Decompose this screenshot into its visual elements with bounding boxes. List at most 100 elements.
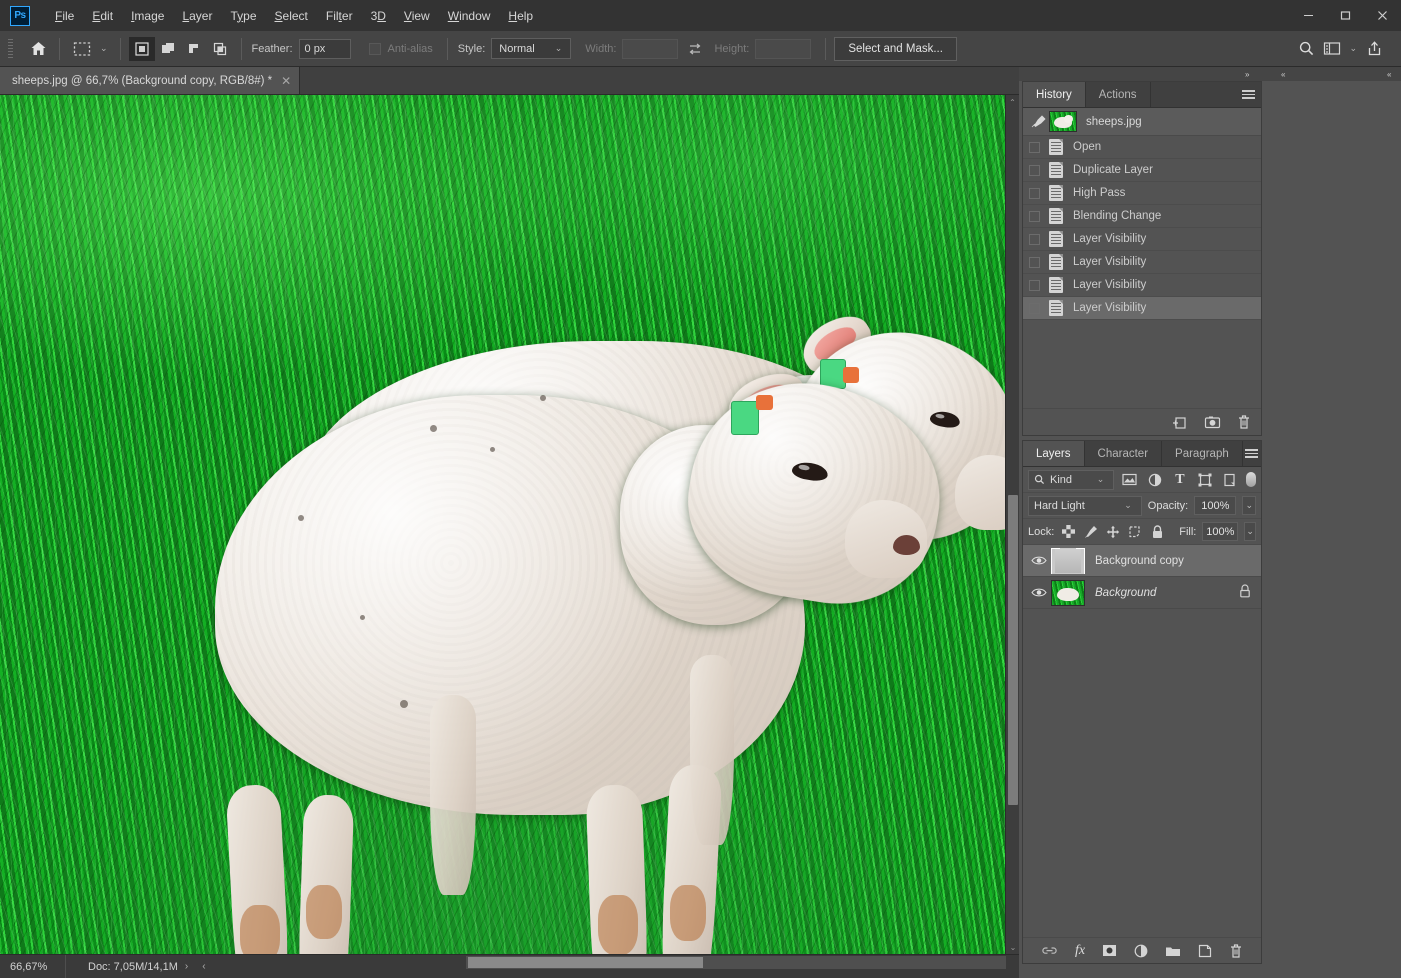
- chevron-down-icon[interactable]: ⌄: [1345, 43, 1361, 54]
- close-button[interactable]: [1364, 0, 1401, 31]
- history-snapshot-checkbox[interactable]: [1029, 256, 1040, 268]
- share-icon[interactable]: [1361, 37, 1387, 61]
- delete-layer-icon[interactable]: [1229, 943, 1243, 959]
- tab-layers[interactable]: Layers: [1023, 441, 1085, 466]
- menu-layer[interactable]: Layer: [173, 5, 221, 27]
- scroll-down-arrow-icon[interactable]: ⌄: [1006, 940, 1019, 954]
- create-new-snapshot-icon[interactable]: [1204, 415, 1221, 429]
- add-layer-mask-icon[interactable]: [1102, 944, 1117, 957]
- history-item-layer-visibility-4[interactable]: Layer Visibility: [1023, 297, 1261, 320]
- history-item-open[interactable]: Open: [1023, 136, 1261, 159]
- home-icon[interactable]: [25, 37, 51, 61]
- lock-artboard-nesting-icon[interactable]: [1127, 525, 1143, 539]
- layer-locked-icon[interactable]: [1239, 584, 1251, 601]
- menu-file[interactable]: File: [46, 5, 83, 27]
- menu-help[interactable]: Help: [499, 5, 542, 27]
- opacity-input[interactable]: 100%: [1194, 496, 1237, 515]
- layer-name-background[interactable]: Background: [1095, 587, 1156, 599]
- new-adjustment-layer-icon[interactable]: [1134, 944, 1148, 958]
- fill-input[interactable]: 100%: [1202, 522, 1239, 541]
- collapse-panels-right-icon[interactable]: »: [1241, 70, 1253, 79]
- history-snapshot-checkbox[interactable]: [1029, 302, 1040, 314]
- scroll-up-arrow-icon[interactable]: ⌃: [1006, 95, 1019, 109]
- filter-pixel-icon[interactable]: [1120, 473, 1139, 486]
- maximize-button[interactable]: [1327, 0, 1364, 31]
- history-item-layer-visibility-3[interactable]: Layer Visibility: [1023, 274, 1261, 297]
- menu-edit[interactable]: Edit: [83, 5, 122, 27]
- canvas-area[interactable]: ⌃ ⌄: [0, 95, 1019, 954]
- tab-paragraph[interactable]: Paragraph: [1162, 441, 1243, 466]
- options-bar-grip[interactable]: [8, 38, 13, 59]
- menu-3d[interactable]: 3D: [362, 5, 395, 27]
- history-item-duplicate-layer[interactable]: Duplicate Layer: [1023, 159, 1261, 182]
- tool-preset-picker[interactable]: ⌄: [68, 37, 112, 61]
- layer-thumbnail-background-copy[interactable]: [1051, 547, 1085, 574]
- chevron-down-icon[interactable]: ⌄: [96, 43, 112, 54]
- history-item-blending-change[interactable]: Blending Change: [1023, 205, 1261, 228]
- style-select[interactable]: Normal ⌄: [491, 38, 572, 59]
- horizontal-scroll-thumb[interactable]: [468, 957, 703, 968]
- panel-menu-icon[interactable]: [1235, 82, 1261, 107]
- collapse-panels-left-icon-2[interactable]: «: [1383, 70, 1395, 79]
- vertical-scroll-thumb[interactable]: [1008, 495, 1018, 805]
- layer-thumbnail-background[interactable]: [1051, 579, 1085, 606]
- history-snapshot-checkbox[interactable]: [1029, 233, 1040, 245]
- history-snapshot-checkbox[interactable]: [1029, 164, 1040, 176]
- history-snapshot-checkbox[interactable]: [1029, 141, 1040, 153]
- filter-enable-toggle[interactable]: [1245, 472, 1256, 487]
- history-snapshot-checkbox[interactable]: [1029, 210, 1040, 222]
- swap-arrows-icon[interactable]: [682, 37, 708, 61]
- height-input[interactable]: [755, 38, 812, 59]
- new-group-icon[interactable]: [1165, 945, 1181, 957]
- panel-menu-icon[interactable]: [1243, 441, 1261, 466]
- add-to-selection-button[interactable]: [155, 37, 181, 61]
- status-expand-arrow-icon[interactable]: ›: [178, 961, 195, 972]
- search-icon[interactable]: [1293, 37, 1319, 61]
- history-item-layer-visibility-1[interactable]: Layer Visibility: [1023, 228, 1261, 251]
- history-item-layer-visibility-2[interactable]: Layer Visibility: [1023, 251, 1261, 274]
- layer-visibility-eye-icon[interactable]: [1027, 587, 1051, 598]
- tab-actions[interactable]: Actions: [1086, 82, 1151, 107]
- menu-type[interactable]: Type: [221, 5, 265, 27]
- tab-character[interactable]: Character: [1085, 441, 1163, 466]
- new-selection-button[interactable]: [128, 36, 155, 61]
- width-input[interactable]: [622, 38, 679, 59]
- menu-filter[interactable]: Filter: [317, 5, 362, 27]
- menu-select[interactable]: Select: [266, 5, 317, 27]
- menu-image[interactable]: Image: [122, 5, 173, 27]
- history-item-high-pass[interactable]: High Pass: [1023, 182, 1261, 205]
- workspace-icon[interactable]: [1319, 37, 1345, 61]
- link-layers-icon[interactable]: [1041, 945, 1058, 956]
- document-image[interactable]: [0, 95, 1005, 954]
- menu-window[interactable]: Window: [439, 5, 500, 27]
- layer-row-background-copy[interactable]: Background copy: [1023, 545, 1261, 577]
- status-collapse-arrow-icon[interactable]: ‹: [195, 961, 212, 972]
- intersect-with-selection-button[interactable]: [207, 37, 233, 61]
- history-snapshot-checkbox[interactable]: [1029, 187, 1040, 199]
- document-tab[interactable]: sheeps.jpg @ 66,7% (Background copy, RGB…: [0, 67, 301, 94]
- minimize-button[interactable]: [1290, 0, 1327, 31]
- fill-chevron-down-icon[interactable]: ⌄: [1244, 522, 1257, 541]
- tab-history[interactable]: History: [1023, 82, 1086, 107]
- history-list[interactable]: sheeps.jpg Open Duplicate Layer High Pas…: [1023, 108, 1261, 408]
- select-and-mask-button[interactable]: Select and Mask...: [834, 36, 957, 61]
- create-document-from-state-icon[interactable]: [1171, 415, 1188, 430]
- subtract-from-selection-button[interactable]: [181, 37, 207, 61]
- lock-all-icon[interactable]: [1149, 524, 1165, 539]
- feather-input[interactable]: 0 px: [298, 38, 351, 59]
- filter-shape-icon[interactable]: [1195, 473, 1214, 487]
- layer-name-background-copy[interactable]: Background copy: [1095, 555, 1184, 567]
- zoom-level[interactable]: 66,67%: [0, 954, 66, 978]
- menu-view[interactable]: View: [395, 5, 439, 27]
- layer-row-background[interactable]: Background: [1023, 577, 1261, 609]
- layer-style-fx-icon[interactable]: fx: [1075, 943, 1085, 959]
- history-snapshot-checkbox[interactable]: [1029, 279, 1040, 291]
- close-icon[interactable]: ✕: [281, 74, 291, 88]
- filter-adjustment-icon[interactable]: [1145, 473, 1164, 487]
- layer-filter-kind-select[interactable]: Kind ⌄: [1028, 469, 1115, 490]
- canvas-vertical-scrollbar[interactable]: ⌃ ⌄: [1005, 95, 1019, 954]
- blend-mode-select[interactable]: Hard Light ⌄: [1028, 495, 1142, 516]
- delete-state-icon[interactable]: [1237, 414, 1251, 430]
- opacity-chevron-down-icon[interactable]: ⌄: [1242, 496, 1256, 515]
- filter-smart-object-icon[interactable]: [1220, 473, 1239, 487]
